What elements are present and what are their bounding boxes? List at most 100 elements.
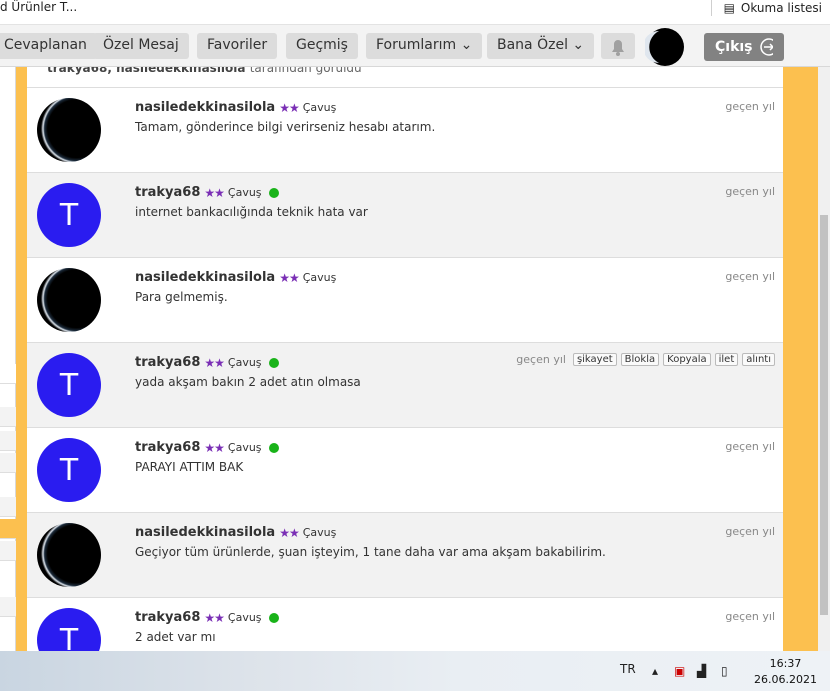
network-error-icon[interactable]: ▣ <box>674 664 685 678</box>
clock-time: 16:37 <box>769 657 802 670</box>
author-rank: Çavuş <box>302 526 337 539</box>
notifications-button[interactable] <box>601 33 635 59</box>
message-text: internet bankacılığında teknik hata var <box>135 205 368 219</box>
message-author[interactable]: trakya68 ★★ Çavuş <box>135 185 279 200</box>
message-row: T trakya68 ★★ Çavuş internet bankacılığı… <box>27 172 783 257</box>
battery-icon[interactable]: ▯ <box>721 664 728 678</box>
conversation-list: trakya68, nasiledekkinasilola tarafından… <box>27 67 783 651</box>
bell-icon <box>612 40 624 56</box>
left-panel-row[interactable] <box>0 541 16 561</box>
author-rank: Çavuş <box>227 611 262 624</box>
message-row: nasiledekkinasilola ★★ Çavuş Tamam, gönd… <box>27 87 783 172</box>
author-rank: Çavuş <box>227 441 262 454</box>
left-panel-row[interactable] <box>0 453 16 473</box>
message-avatar[interactable] <box>37 268 101 332</box>
message-text: PARAYI ATTIM BAK <box>135 460 244 474</box>
message-author[interactable]: trakya68 ★★ Çavuş <box>135 355 279 370</box>
online-status-icon <box>268 187 279 198</box>
message-text: 2 adet var mı <box>135 630 216 644</box>
author-name[interactable]: nasiledekkinasilola <box>135 270 275 285</box>
exit-button[interactable]: Çıkış <box>704 33 784 61</box>
toolbar-divider <box>710 0 712 16</box>
system-clock[interactable]: 16:37 26.06.2021 <box>754 656 817 688</box>
author-rank: Çavuş <box>227 356 262 369</box>
left-panel-row[interactable] <box>0 497 16 517</box>
message-text: Para gelmemiş. <box>135 290 228 304</box>
clock-date: 26.06.2021 <box>754 673 817 686</box>
nav-bana-ozel-label: Bana Özel <box>497 37 568 53</box>
reading-list-label: Okuma listesi <box>740 1 822 15</box>
nav-bana-ozel-dropdown[interactable]: Bana Özel ⌄ <box>487 33 595 59</box>
message-text: Tamam, gönderince bilgi verirseniz hesab… <box>135 120 436 134</box>
nav-favoriler-button[interactable]: Favoriler <box>197 33 278 59</box>
nav-forumlarim-label: Forumlarım <box>376 37 457 53</box>
left-panel-row[interactable] <box>0 597 16 617</box>
message-time: geçen yıl <box>725 525 775 538</box>
author-name[interactable]: trakya68 <box>135 185 200 200</box>
message-author[interactable]: trakya68 ★★ Çavuş <box>135 610 279 625</box>
online-status-icon <box>268 357 279 368</box>
block-button[interactable]: Blokla <box>620 353 660 366</box>
page-scrollbar-thumb[interactable] <box>820 215 828 615</box>
message-avatar[interactable] <box>37 98 101 162</box>
message-avatar[interactable]: T <box>37 353 101 417</box>
exit-label: Çıkış <box>715 39 753 55</box>
message-author[interactable]: nasiledekkinasilola ★★ Çavuş <box>135 100 336 115</box>
logout-icon <box>759 38 773 56</box>
seen-by-line: trakya68, nasiledekkinasilola tarafından… <box>47 67 362 75</box>
author-rank: Çavuş <box>302 271 337 284</box>
author-name[interactable]: nasiledekkinasilola <box>135 525 275 540</box>
message-avatar[interactable]: T <box>37 608 101 651</box>
message-author[interactable]: trakya68 ★★ Çavuş <box>135 440 279 455</box>
nav-forumlarim-dropdown[interactable]: Forumlarım ⌄ <box>366 33 483 59</box>
author-name[interactable]: trakya68 <box>135 440 200 455</box>
rank-stars-icon: ★★ <box>204 610 224 625</box>
chevron-up-icon[interactable]: ▴ <box>652 664 658 678</box>
left-panel-active-row[interactable] <box>0 519 16 539</box>
left-panel-row[interactable] <box>0 407 16 427</box>
tab-title[interactable]: d Ürünler T... <box>0 0 77 14</box>
rank-stars-icon: ★★ <box>204 185 224 200</box>
message-avatar[interactable]: T <box>37 183 101 247</box>
message-author[interactable]: nasiledekkinasilola ★★ Çavuş <box>135 270 336 285</box>
nav-cevaplanan-button[interactable]: Cevaplanan <box>0 33 97 59</box>
message-row: nasiledekkinasilola ★★ Çavuş Geçiyor tüm… <box>27 512 783 597</box>
quote-button[interactable]: alıntı <box>742 353 775 366</box>
seen-by-suffix: tarafından görüldü <box>249 67 362 75</box>
online-status-icon <box>268 612 279 623</box>
reading-list-button[interactable]: ▤ Okuma listesi <box>710 0 822 16</box>
report-button[interactable]: şikayet <box>572 353 617 366</box>
author-name[interactable]: nasiledekkinasilola <box>135 100 275 115</box>
online-status-icon <box>268 442 279 453</box>
signal-icon[interactable]: ▟ <box>697 664 706 678</box>
author-name[interactable]: trakya68 <box>135 610 200 625</box>
message-text: Geçiyor tüm ürünlerde, şuan işteyim, 1 t… <box>135 545 606 559</box>
language-indicator[interactable]: TR <box>620 662 636 676</box>
author-rank: Çavuş <box>227 186 262 199</box>
message-avatar[interactable]: T <box>37 438 101 502</box>
author-rank: Çavuş <box>302 101 337 114</box>
rank-stars-icon: ★★ <box>279 525 299 540</box>
forward-button[interactable]: ilet <box>714 353 739 366</box>
message-author[interactable]: nasiledekkinasilola ★★ Çavuş <box>135 525 336 540</box>
left-panel-row[interactable] <box>0 431 16 451</box>
seen-by-users: trakya68, nasiledekkinasilola <box>47 67 246 75</box>
nav-gecmis-button[interactable]: Geçmiş <box>286 33 358 59</box>
copy-button[interactable]: Kopyala <box>663 353 711 366</box>
author-name[interactable]: trakya68 <box>135 355 200 370</box>
reading-list-icon: ▤ <box>723 1 735 15</box>
message-row: T trakya68 ★★ Çavuş yada akşam bakın 2 a… <box>27 342 783 427</box>
message-row: T trakya68 ★★ Çavuş 2 adet var mı geçen … <box>27 597 783 651</box>
chevron-down-icon: ⌄ <box>460 37 473 53</box>
browser-tab-strip: d Ürünler T... ▤ Okuma listesi <box>0 0 830 25</box>
rank-stars-icon: ★★ <box>279 100 299 115</box>
message-time: geçen yıl <box>725 270 775 283</box>
site-navbar: Cevaplanan Özel Mesaj Favoriler Geçmiş F… <box>0 25 830 67</box>
left-panel-dropdown[interactable] <box>0 364 16 384</box>
message-text: yada akşam bakın 2 adet atın olmasa <box>135 375 361 389</box>
message-avatar[interactable] <box>37 523 101 587</box>
message-row: nasiledekkinasilola ★★ Çavuş Para gelmem… <box>27 257 783 342</box>
user-avatar[interactable] <box>645 27 685 67</box>
rank-stars-icon: ★★ <box>204 355 224 370</box>
nav-ozel-mesaj-button[interactable]: Özel Mesaj <box>93 33 189 59</box>
